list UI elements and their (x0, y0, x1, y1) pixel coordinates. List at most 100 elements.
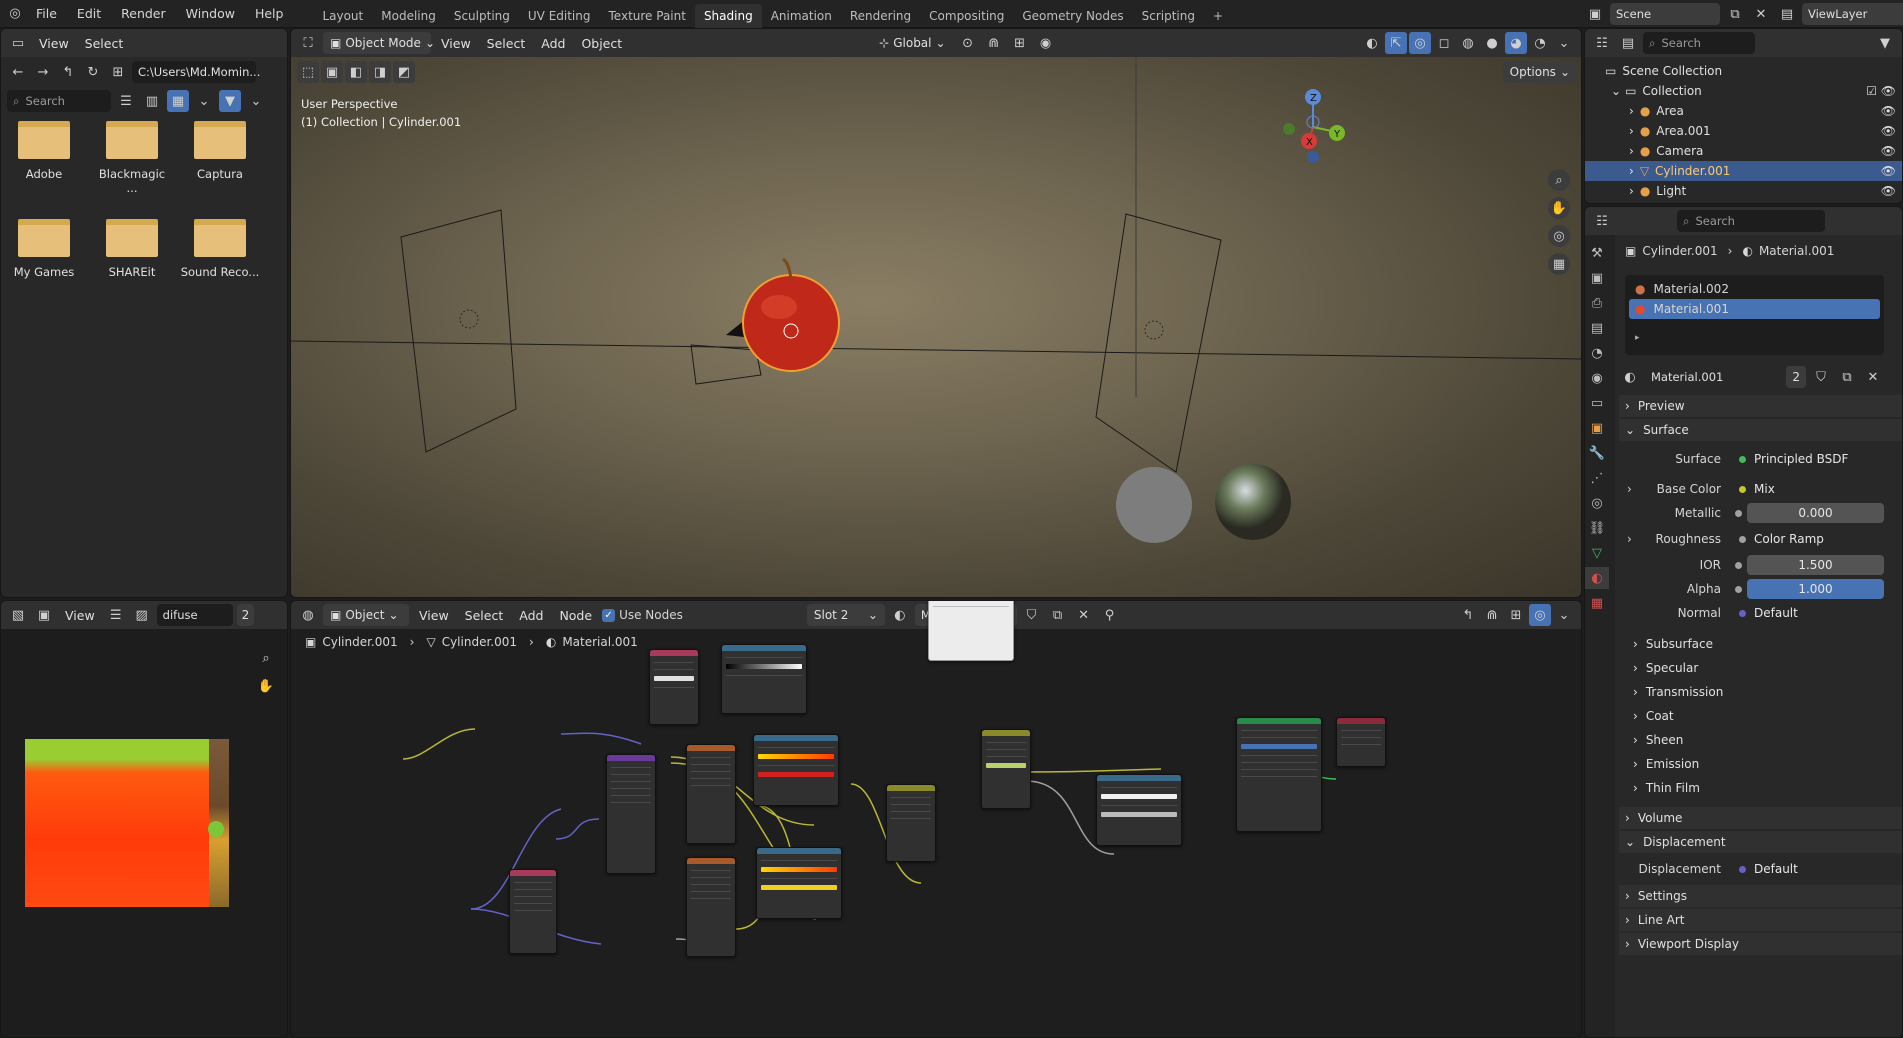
filter-icon[interactable]: ▼ (219, 90, 241, 112)
gizmo-toggle-icon[interactable]: ⇱ (1385, 32, 1407, 54)
vp-menu-add[interactable]: Add (535, 36, 571, 51)
fake-user-icon[interactable]: ⛉ (1810, 366, 1832, 388)
view-layer-field[interactable]: ViewLayer (1802, 3, 1903, 25)
ior-field[interactable]: 1.500 (1747, 555, 1884, 575)
panel-volume[interactable]: › Volume (1619, 807, 1902, 829)
menu-file[interactable]: File (26, 0, 67, 28)
tab-compositing[interactable]: Compositing (920, 4, 1013, 28)
material-users-count[interactable]: 2 (1786, 366, 1806, 388)
menu-window[interactable]: Window (176, 0, 245, 28)
tab-rendering[interactable]: Rendering (841, 4, 920, 28)
folder-item[interactable]: SHAREit (92, 219, 172, 279)
normal-field[interactable]: Default (1731, 603, 1884, 623)
refresh-icon[interactable]: ↻ (82, 61, 104, 83)
noise-texture-node[interactable] (686, 744, 736, 844)
world-tab-icon[interactable]: ◉ (1585, 367, 1609, 389)
physics-tab-icon[interactable]: ◎ (1585, 492, 1609, 514)
editor-type-icon[interactable]: ☷ (1591, 210, 1613, 232)
folder-item[interactable]: Adobe (4, 121, 84, 181)
particles-tab-icon[interactable]: ⋰ (1585, 467, 1609, 489)
tree-row-light[interactable]: › ● Light 👁 (1585, 181, 1902, 201)
base-color-field[interactable]: Mix (1731, 479, 1884, 499)
blender-logo-icon[interactable]: ◎ (4, 3, 26, 25)
folder-item[interactable]: Blackmagic ... (92, 121, 172, 195)
unlink-icon[interactable]: ✕ (1862, 366, 1884, 388)
hamburger-icon[interactable]: ☰ (105, 604, 127, 626)
view-layer-icon[interactable]: ▤ (1776, 3, 1798, 25)
ie-menu-view[interactable]: View (59, 608, 101, 623)
folder-item[interactable]: My Games (4, 219, 84, 279)
tree-row-cylinder-001[interactable]: › ▽ Cylinder.001 👁 (1585, 161, 1902, 181)
vp-menu-select[interactable]: Select (481, 36, 532, 51)
tab-uv-editing[interactable]: UV Editing (519, 4, 600, 28)
scene-tab-icon[interactable]: ◔ (1585, 342, 1609, 364)
forward-icon[interactable]: → (32, 61, 54, 83)
snap-target-icon[interactable]: ⊞ (1009, 32, 1031, 54)
color-ramp-node[interactable] (756, 847, 842, 919)
folder-item[interactable]: Captura (180, 121, 260, 181)
duplicate-icon[interactable]: ⧉ (1836, 366, 1858, 388)
pin-icon[interactable]: ⚲ (1099, 604, 1121, 626)
image-canvas[interactable]: ⌕ ✋ (1, 629, 287, 1037)
material-slot-item[interactable]: ● Material.001 (1629, 299, 1880, 319)
tab-geometry-nodes[interactable]: Geometry Nodes (1013, 4, 1132, 28)
pivot-icon[interactable]: ⊙ (957, 32, 979, 54)
tab-texture-paint[interactable]: Texture Paint (600, 4, 695, 28)
editor-type-icon[interactable]: ◍ (297, 604, 319, 626)
eye-icon[interactable]: 👁 (1881, 144, 1896, 158)
ne-menu-select[interactable]: Select (459, 608, 510, 623)
scene-icon[interactable]: ▣ (1584, 3, 1606, 25)
surface-shader-field[interactable]: Principled BSDF (1731, 449, 1884, 469)
panel-coat[interactable]: › Coat (1619, 705, 1902, 727)
snap-target-icon[interactable]: ⊞ (1505, 604, 1527, 626)
tree-row-area-001[interactable]: › ● Area.001 👁 (1585, 121, 1902, 141)
panel-line-art[interactable]: › Line Art (1619, 909, 1902, 931)
noise-texture-node[interactable] (686, 857, 736, 957)
material-slot-item[interactable]: ● Material.002 (1629, 279, 1880, 299)
parent-node-tree-icon[interactable]: ↰ (1457, 604, 1479, 626)
panel-emission[interactable]: › Emission (1619, 753, 1902, 775)
chevron-down-icon[interactable]: ⌄ (193, 90, 215, 112)
duplicate-icon[interactable]: ⧉ (1047, 604, 1069, 626)
xray-icon[interactable]: ◻ (1433, 32, 1455, 54)
view-mode-icon[interactable]: ▣ (33, 604, 55, 626)
color-ramp-node[interactable] (1096, 774, 1182, 846)
transform-orientation-dropdown[interactable]: ⊹ Global ⌄ (872, 32, 952, 54)
texture-tab-icon[interactable]: ▦ (1585, 592, 1609, 614)
color-ramp-node[interactable] (721, 644, 807, 714)
filter-icon[interactable]: ▼ (1874, 32, 1896, 54)
add-workspace-icon[interactable]: + (1204, 4, 1232, 28)
menu-edit[interactable]: Edit (67, 0, 111, 28)
image-users-count[interactable]: 2 (236, 604, 255, 626)
view-layer-tab-icon[interactable]: ▤ (1585, 317, 1609, 339)
pan-hand-icon[interactable]: ✋ (255, 675, 277, 697)
ne-menu-view[interactable]: View (413, 608, 455, 623)
displacement-field[interactable]: Default (1731, 859, 1884, 879)
panel-sheen[interactable]: › Sheen (1619, 729, 1902, 751)
tree-row-scene-collection[interactable]: ▭ Scene Collection (1585, 61, 1902, 81)
editor-type-icon[interactable]: ▧ (7, 604, 29, 626)
image-name-field[interactable]: difuse (156, 604, 233, 626)
material-datablock-field[interactable]: Material.001 (1645, 366, 1783, 388)
solid-shading-icon[interactable]: ● (1481, 32, 1503, 54)
back-icon[interactable]: ← (7, 61, 29, 83)
thumbnails-icon[interactable]: ▦ (167, 90, 189, 112)
panel-thin-film[interactable]: › Thin Film (1619, 777, 1902, 799)
path-field[interactable]: C:\Users\Md.Momin... (132, 61, 260, 83)
panel-displacement[interactable]: ⌄ Displacement (1619, 831, 1902, 853)
properties-search-input[interactable]: ⌕ Search (1677, 210, 1825, 232)
slot-dropdown[interactable]: Slot 2 ⌄ (806, 604, 885, 626)
fb-menu-select[interactable]: Select (79, 36, 130, 51)
tree-row-camera[interactable]: › ● Camera 👁 (1585, 141, 1902, 161)
outliner-search-input[interactable]: ⌕ Search (1643, 32, 1755, 54)
editor-type-icon[interactable]: ☷ (1591, 32, 1613, 54)
tab-sculpting[interactable]: Sculpting (445, 4, 519, 28)
panel-transmission[interactable]: › Transmission (1619, 681, 1902, 703)
zoom-icon[interactable]: ⌕ (1548, 169, 1570, 191)
image-browse-icon[interactable]: ▨ (131, 604, 153, 626)
parent-dir-icon[interactable]: ↰ (57, 61, 79, 83)
chevron-down-icon[interactable]: ⌄ (245, 90, 267, 112)
output-tab-icon[interactable]: ⎙ (1585, 292, 1609, 314)
viewport-canvas[interactable]: ⬚ ▣ ◧ ◨ ◩ Options ⌄ User Perspective (1) … (291, 57, 1581, 597)
visibility-icon[interactable]: ◐ (1361, 32, 1383, 54)
